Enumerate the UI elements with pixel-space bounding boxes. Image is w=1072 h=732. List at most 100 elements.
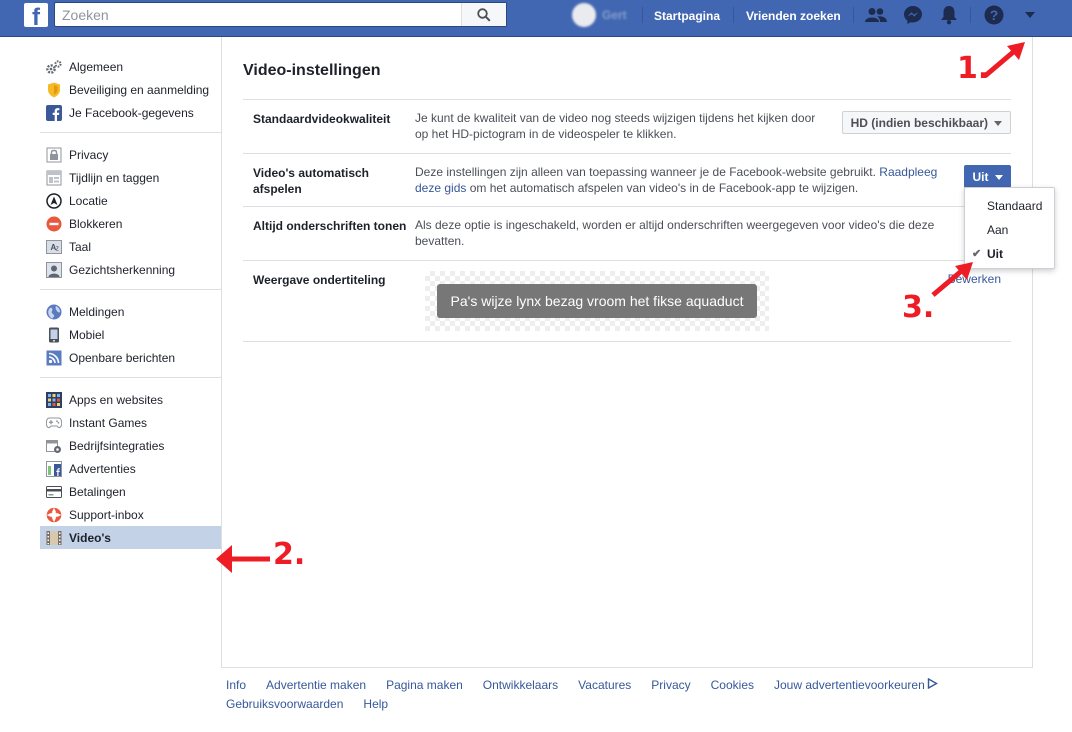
setting-description: Als deze optie is ingeschakeld, worden e… [415, 217, 934, 249]
sidebar-item-payments[interactable]: Betalingen [40, 480, 221, 503]
help-icon[interactable]: ? [982, 4, 1006, 26]
footer-link-developers[interactable]: Ontwikkelaars [483, 676, 558, 695]
setting-label: Altijd onderschriften tonen [253, 219, 407, 233]
ad-choices-icon[interactable] [927, 677, 938, 690]
sidebar-item-privacy[interactable]: Privacy [40, 143, 221, 166]
sidebar-item-facebook-data[interactable]: Je Facebook-gegevens [40, 101, 221, 124]
facebook-icon [46, 105, 62, 121]
sidebar-item-notifications[interactable]: Meldingen [40, 300, 221, 323]
footer-link-create-ad[interactable]: Advertentie maken [266, 676, 366, 695]
sidebar-item-face-recognition[interactable]: Gezichtsherkenning [40, 258, 221, 281]
nav-divider [733, 7, 734, 23]
label-line: afspelen [253, 182, 302, 196]
sidebar-item-ads[interactable]: Advertenties [40, 457, 221, 480]
footer-link-terms[interactable]: Gebruiksvoorwaarden [226, 695, 343, 714]
footer-link-about[interactable]: Info [226, 676, 246, 695]
profile-link[interactable]: Gert [572, 3, 627, 27]
sidebar-item-label: Apps en websites [69, 393, 164, 407]
sidebar-item-timeline[interactable]: Tijdlijn en taggen [40, 166, 221, 189]
account-menu-caret-icon[interactable] [1018, 4, 1042, 26]
sidebar-item-blocking[interactable]: Blokkeren [40, 212, 221, 235]
sidebar-item-business-integrations[interactable]: Bedrijfsintegraties [40, 434, 221, 457]
facebook-logo[interactable]: f [24, 3, 48, 30]
setting-description: Je kunt de kwaliteit van de video nog st… [415, 110, 815, 142]
avatar [572, 3, 596, 27]
sidebar-item-label: Je Facebook-gegevens [69, 106, 194, 120]
messenger-icon[interactable] [901, 4, 925, 26]
friend-requests-icon[interactable] [864, 4, 888, 26]
caption-sample: Pa's wijze lynx bezag vroom het fikse aq… [437, 284, 757, 318]
annotation-label-2: 2. [273, 537, 306, 572]
guide-link[interactable]: Raadpleeg [879, 165, 937, 179]
search-icon [477, 7, 491, 22]
sidebar-item-mobile[interactable]: Mobiel [40, 323, 221, 346]
sidebar-item-label: Betalingen [69, 485, 126, 499]
sidebar-item-label: Beveiliging en aanmelding [69, 83, 210, 97]
location-icon [46, 193, 62, 209]
footer-link-help[interactable]: Help [363, 695, 388, 714]
setting-label: Standaardvideokwaliteit [253, 112, 391, 126]
sidebar-item-label: Tijdlijn en taggen [69, 171, 160, 185]
sidebar-item-apps-websites[interactable]: Apps en websites [40, 388, 221, 411]
chevron-down-icon [994, 174, 1003, 180]
sidebar-item-label: Blokkeren [69, 217, 123, 231]
search-input[interactable] [55, 3, 459, 26]
sidebar-item-location[interactable]: Locatie [40, 189, 221, 212]
setting-label: Weergave ondertiteling [253, 273, 386, 287]
select-value: HD (indien beschikbaar) [850, 115, 988, 130]
menu-item-on[interactable]: Aan [965, 218, 1054, 242]
description-text: Deze instellingen zijn alleen van toepas… [415, 165, 880, 179]
rss-icon [46, 350, 62, 366]
footer-link-careers[interactable]: Vacatures [578, 676, 631, 695]
timeline-icon [46, 170, 62, 186]
top-navigation-bar: f Gert Startpagina Vrienden zoeken ? [0, 0, 1072, 37]
sidebar-item-general[interactable]: Algemeen [40, 55, 221, 78]
gears-icon [46, 59, 62, 75]
setting-description: Deze instellingen zijn alleen van toepas… [415, 164, 937, 196]
svg-text:?: ? [990, 7, 999, 23]
menu-item-label: Uit [987, 247, 1003, 261]
footer-link-ad-choices[interactable]: Jouw advertentievoorkeuren [774, 676, 925, 695]
setting-row-autoplay: Video's automatisch afspelen Deze instel… [243, 154, 1011, 207]
subtitle-preview: Pa's wijze lynx bezag vroom het fikse aq… [425, 271, 769, 331]
footer-link-cookies[interactable]: Cookies [711, 676, 754, 695]
sidebar-item-label: Algemeen [69, 60, 124, 74]
video-quality-select[interactable]: HD (indien beschikbaar) [841, 111, 1011, 134]
description-line: Als deze optie is ingeschakeld, worden e… [415, 218, 935, 232]
svg-text:z: z [56, 246, 60, 253]
sidebar-item-public-posts[interactable]: Openbare berichten [40, 346, 221, 369]
nav-home-link[interactable]: Startpagina [654, 8, 720, 24]
ads-icon [46, 461, 62, 477]
nav-divider [853, 7, 854, 23]
nav-divider [642, 7, 643, 23]
lifebuoy-icon [46, 507, 62, 523]
footer-link-privacy[interactable]: Privacy [651, 676, 690, 695]
guide-link[interactable]: deze gids [415, 181, 466, 195]
nav-find-friends-link[interactable]: Vrienden zoeken [746, 8, 841, 24]
sidebar-item-security[interactable]: Beveiliging en aanmelding [40, 78, 221, 101]
sidebar-item-label: Gezichtsherkenning [69, 263, 176, 277]
description-text: om het automatisch afspelen van video's … [466, 181, 859, 195]
autoplay-dropdown-button[interactable]: Uit [964, 165, 1011, 188]
sidebar-item-language[interactable]: Az Taal [40, 235, 221, 258]
sidebar-item-label: Openbare berichten [69, 351, 176, 365]
notifications-bell-icon[interactable] [937, 4, 961, 26]
language-icon: Az [46, 239, 62, 255]
lock-icon [46, 147, 62, 163]
annotation-label-3: 3. [902, 290, 935, 325]
footer: Info Advertentie maken Pagina maken Ontwikk… [226, 676, 1006, 714]
film-icon [46, 530, 62, 546]
card-icon [46, 484, 62, 500]
sidebar-item-instant-games[interactable]: Instant Games [40, 411, 221, 434]
sidebar-item-label: Video's [69, 531, 111, 545]
sidebar-item-label: Bedrijfsintegraties [69, 439, 165, 453]
sidebar-item-support-inbox[interactable]: Support-inbox [40, 503, 221, 526]
label-line: Video's automatisch [253, 166, 369, 180]
sidebar-group-notifications: Meldingen Mobiel Openbare berichten [40, 300, 221, 378]
sidebar-item-videos[interactable]: Video's [40, 526, 221, 549]
setting-label: Video's automatisch afspelen [253, 165, 413, 197]
search-button[interactable] [461, 3, 506, 26]
menu-item-standard[interactable]: Standaard [965, 194, 1054, 218]
sidebar-item-label: Taal [69, 240, 92, 254]
footer-link-create-page[interactable]: Pagina maken [386, 676, 463, 695]
